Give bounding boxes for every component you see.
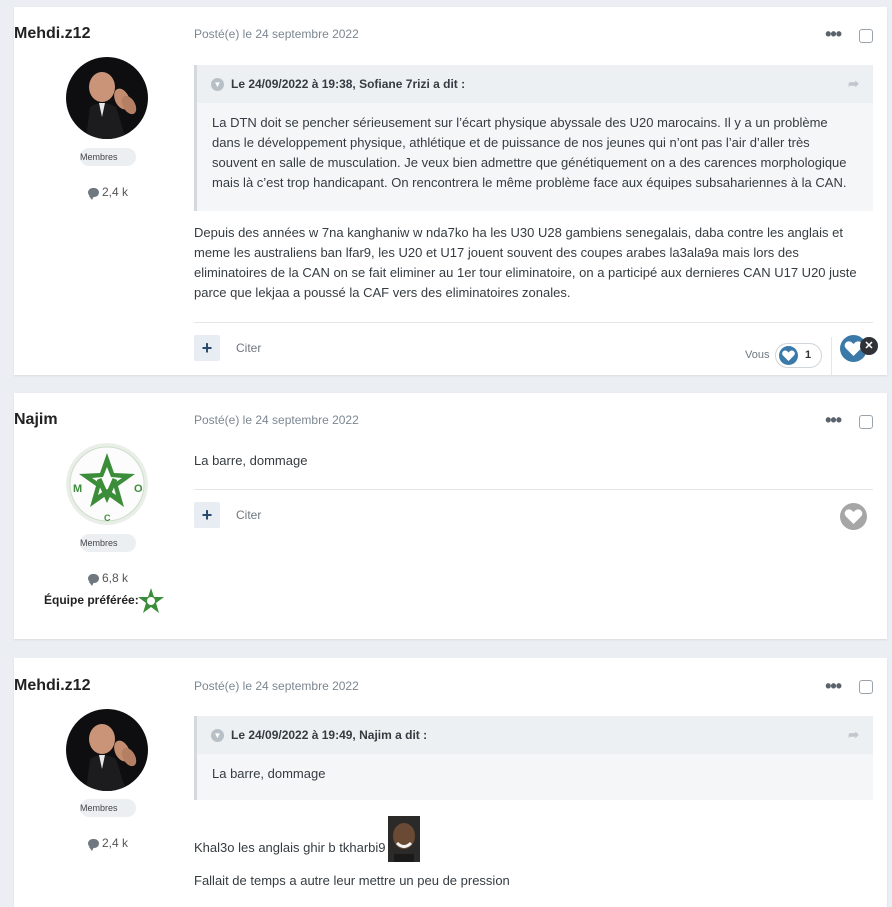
post-date[interactable]: Posté(e) le 24 septembre 2022 [194,679,359,693]
post-content: Khal3o les anglais ghir b tkharbi9 [194,816,873,862]
post-content: La barre, dommage [194,453,308,468]
quote-body: La barre, dommage [212,766,326,781]
select-checkbox[interactable] [859,415,873,429]
select-checkbox[interactable] [859,29,873,43]
reaction-number: 1 [805,349,812,361]
member-badge: Membres [80,148,136,166]
avatar[interactable] [66,709,148,791]
author-name[interactable]: Mehdi.z12 [14,677,194,695]
quote-header[interactable]: ▼ Le 24/09/2022 à 19:49, Najim a dit : ➦ [197,716,873,754]
post-content-2: Fallait de temps a autre leur mettre un … [194,873,510,888]
member-badge: Membres [80,799,136,817]
reaction-image [387,816,420,862]
heart-icon[interactable] [840,503,867,530]
quote-button[interactable]: Citer [236,508,261,522]
ellipsis-icon[interactable]: ••• [825,25,842,43]
logo-letter-m: M [73,483,82,495]
reputation-count: 2,4 k [101,185,128,199]
chevron-icon[interactable]: ▼ [211,77,224,91]
plus-icon[interactable]: + [194,502,220,528]
post-date[interactable]: Posté(e) le 24 septembre 2022 [194,27,359,41]
quote-citation: Le 24/09/2022 à 19:49, Najim a dit : [231,728,428,742]
avatar[interactable]: M O C [66,443,148,525]
ellipsis-icon[interactable]: ••• [825,677,842,695]
share-icon[interactable]: ➦ [848,727,859,743]
reputation: 2,4 k [14,185,202,200]
quote-citation: Le 24/09/2022 à 19:38, Sofiane 7rizi a d… [231,77,466,91]
reputation: 6,8 k [14,571,202,586]
share-icon[interactable]: ➦ [848,76,859,92]
divider [831,337,832,375]
reputation-count: 2,4 k [101,836,128,850]
comment-icon [87,574,99,586]
logo-letter-c: C [104,513,111,523]
heart-icon [779,346,798,365]
comment-icon [87,188,99,200]
post-2: Najim M O C Membres 6,8 k Équipe préféré… [14,393,887,639]
author-name[interactable]: Mehdi.z12 [14,25,194,43]
quote-header[interactable]: ▼ Le 24/09/2022 à 19:38, Sofiane 7rizi a… [197,65,873,103]
logo-letter-o: O [134,483,143,495]
plus-icon[interactable]: + [194,335,220,361]
reaction-user: Vous [745,349,770,361]
avatar[interactable] [66,57,148,139]
reputation: 2,4 k [14,836,202,851]
reputation-count: 6,8 k [101,571,128,585]
quote-button[interactable]: Citer [236,341,261,355]
ellipsis-icon[interactable]: ••• [825,411,842,429]
post-content: Depuis des années w 7na kanghaniw w nda7… [194,225,857,300]
comment-icon [87,839,99,851]
divider [194,322,873,323]
quote-body: La DTN doit se pencher sérieusement sur … [212,115,847,190]
favorite-team-label: Équipe préférée: [44,593,139,607]
post-3: Mehdi.z12 Membres 2,4 k Posté(e) le 24 s… [14,658,887,907]
post-text-line: Khal3o les anglais ghir b tkharbi9 [194,840,386,855]
reaction-count[interactable]: 1 [775,343,822,368]
post-date[interactable]: Posté(e) le 24 septembre 2022 [194,413,359,427]
quote-block: ▼ Le 24/09/2022 à 19:49, Najim a dit : ➦… [194,716,873,800]
favorite-team-icon [136,587,166,617]
post-1: Mehdi.z12 Membres 2,4 k Posté(e) le 24 s… [14,7,887,375]
divider [194,489,873,490]
quote-block: ▼ Le 24/09/2022 à 19:38, Sofiane 7rizi a… [194,65,873,211]
select-checkbox[interactable] [859,680,873,694]
author-name[interactable]: Najim [14,411,194,429]
close-icon[interactable]: ✕ [860,337,878,355]
chevron-icon[interactable]: ▼ [211,728,224,742]
member-badge: Membres [80,534,136,552]
